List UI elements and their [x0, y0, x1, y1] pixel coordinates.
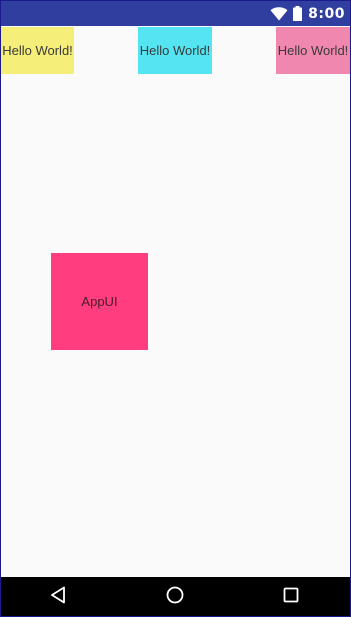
recents-button[interactable] — [277, 583, 305, 611]
app-content: Hello World! Hello World! Hello World! A… — [1, 26, 350, 577]
home-button[interactable] — [161, 583, 189, 611]
navigation-bar — [1, 577, 350, 616]
hello-world-yellow: Hello World! — [1, 27, 74, 74]
recents-icon — [281, 585, 301, 610]
battery-icon — [293, 6, 303, 21]
status-icons: 8:00 — [270, 1, 345, 26]
home-icon — [165, 585, 185, 610]
hello-world-cyan: Hello World! — [138, 27, 212, 74]
back-icon — [49, 585, 69, 610]
back-button[interactable] — [45, 583, 73, 611]
status-bar: 8:00 — [1, 1, 350, 26]
hello-world-pink: Hello World! — [276, 27, 350, 74]
device-screen: 8:00 Hello World! Hello World! Hello Wor… — [0, 0, 351, 617]
status-time: 8:00 — [308, 5, 345, 22]
appui-box: AppUI — [51, 253, 148, 350]
wifi-icon — [270, 6, 288, 21]
